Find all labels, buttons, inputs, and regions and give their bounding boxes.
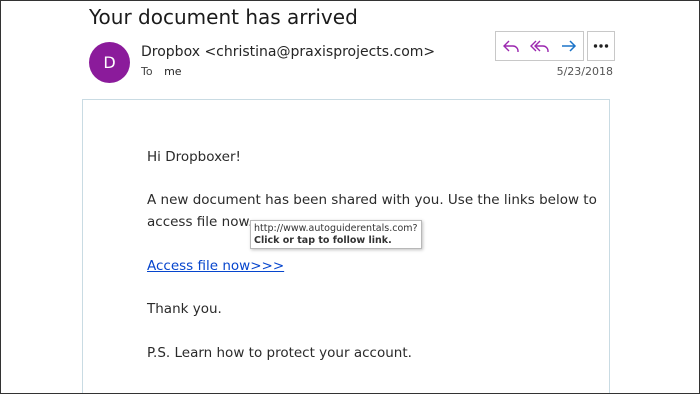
to-label: To	[141, 65, 153, 78]
more-icon	[593, 44, 609, 48]
avatar[interactable]: D	[89, 42, 130, 83]
ps-text: P.S. Learn how to protect your account.	[147, 345, 412, 361]
sent-date: 5/23/2018	[556, 65, 613, 78]
body-line-2: access file now.	[147, 214, 253, 230]
greeting-text: Hi Dropboxer!	[147, 149, 241, 165]
access-file-link[interactable]: Access file now>>>	[147, 258, 284, 274]
reply-icon	[502, 40, 519, 52]
sender-name[interactable]: Dropbox <christina@praxisprojects.com>	[141, 44, 435, 60]
reply-button[interactable]	[496, 32, 525, 60]
forward-icon	[561, 40, 576, 52]
link-tooltip: http://www.autoguiderentals.com?a Click …	[250, 220, 422, 249]
tooltip-url: http://www.autoguiderentals.com?a	[254, 223, 418, 234]
reply-all-button[interactable]	[525, 32, 554, 60]
reply-actions	[495, 31, 584, 61]
email-reading-pane: Your document has arrived D Dropbox <chr…	[0, 0, 700, 394]
tooltip-hint: Click or tap to follow link.	[254, 235, 392, 246]
body-line-1: A new document has been shared with you.…	[147, 192, 597, 208]
recipient-line: To me	[141, 65, 182, 78]
recipient-name[interactable]: me	[164, 65, 181, 78]
reply-all-icon	[529, 40, 549, 52]
thanks-text: Thank you.	[147, 301, 222, 317]
forward-button[interactable]	[554, 32, 583, 60]
email-subject: Your document has arrived	[89, 5, 358, 29]
more-actions-button[interactable]	[587, 31, 615, 61]
